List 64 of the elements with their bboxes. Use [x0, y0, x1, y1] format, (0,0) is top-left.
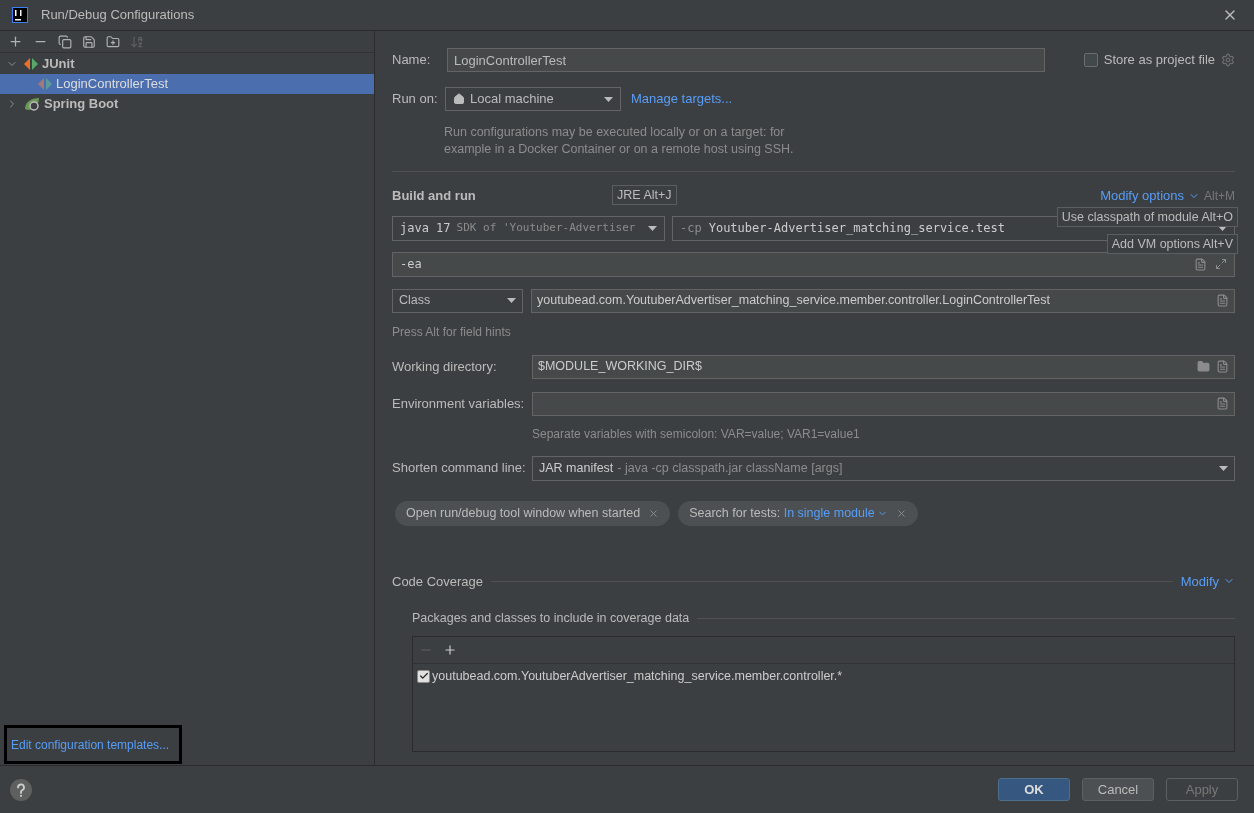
option-chip[interactable]: Search for tests: In single module — [678, 500, 918, 526]
section-title: Build and run — [392, 187, 476, 205]
add-icon[interactable] — [443, 642, 457, 657]
dropdown-arrow-icon[interactable] — [1219, 465, 1228, 471]
leaf-icon — [24, 97, 40, 111]
shortcut-hint: Alt+M — [1204, 187, 1235, 205]
section-title: Code Coverage — [392, 572, 484, 591]
vm-options-field[interactable]: -ea — [392, 251, 1235, 277]
run-on-dropdown[interactable]: Local machine — [445, 87, 621, 111]
close-icon[interactable] — [648, 507, 660, 519]
dropdown-arrow-icon[interactable] — [604, 96, 613, 102]
home-icon — [453, 93, 465, 105]
field-hint: Separate variables with semicolon: VAR=value; VAR1=value1 — [532, 425, 861, 443]
name-field[interactable]: LoginControllerTest — [447, 48, 1045, 72]
shorten-command-line-dropdown[interactable]: JAR manifest - java -cp classpath.jar className [args] — [532, 455, 1235, 481]
modify-options-link[interactable]: Modify options — [1100, 186, 1184, 206]
modify-link[interactable]: Modify — [1180, 571, 1219, 591]
junit-icon — [24, 58, 38, 70]
field-label: Shorten command line: — [392, 459, 527, 478]
document-icon[interactable] — [1216, 360, 1229, 373]
tree-item[interactable]: JUnit — [0, 54, 374, 74]
environment-variables-field[interactable] — [532, 391, 1235, 416]
tree-item[interactable]: Spring Boot — [0, 94, 374, 114]
expand-icon[interactable] — [1215, 258, 1227, 270]
option-chip[interactable]: Open run/debug tool window when started — [395, 500, 671, 526]
document-icon[interactable] — [1216, 397, 1229, 410]
app-logo-icon — [12, 7, 28, 23]
field-label: Environment variables: — [392, 394, 526, 413]
field-label: Run on: — [392, 90, 439, 109]
field-label: Working directory: — [392, 357, 498, 376]
checkbox[interactable] — [1083, 53, 1098, 67]
settings-icon[interactable] — [1221, 53, 1235, 67]
working-directory-field[interactable]: $MODULE_WORKING_DIR$ — [532, 354, 1235, 379]
field-hint: Press Alt for field hints — [392, 323, 512, 341]
test-class-field[interactable]: youtubead.com.YoutuberAdvertiser_matching_service.member.controller.LoginControllerTest — [531, 288, 1235, 313]
manage-targets-link[interactable]: Manage targets... — [631, 89, 733, 109]
field-label: Name: — [392, 51, 432, 70]
sort-icon[interactable] — [130, 34, 144, 49]
checkbox-label: Store as project file — [1103, 51, 1215, 70]
add-icon[interactable] — [8, 34, 23, 49]
tooltip: JRE Alt+J — [612, 184, 677, 206]
close-icon[interactable] — [895, 507, 907, 519]
jre-dropdown[interactable]: java 17 SDK of 'Youtuber-Advertiser — [392, 215, 665, 241]
folder-icon[interactable] — [1197, 360, 1210, 373]
test-kind-dropdown[interactable]: Class — [392, 288, 523, 313]
document-icon[interactable] — [1216, 294, 1229, 307]
dialog-button[interactable]: Cancel — [1082, 778, 1154, 801]
dropdown-arrow-icon[interactable] — [507, 298, 516, 303]
save-icon[interactable] — [82, 34, 96, 49]
document-icon[interactable] — [1194, 257, 1207, 271]
window-title: Run/Debug Configurations — [41, 6, 195, 25]
run-on-description: Run configurations may be executed locally or on a target: for example in a Docker Container or on a remote host using SSH. — [444, 124, 795, 158]
dialog-button[interactable]: OK — [998, 778, 1070, 801]
pattern-label: youtubead.com.YoutuberAdvertiser_matching_service.member.controller.* — [432, 667, 843, 685]
help-icon[interactable] — [10, 778, 32, 801]
new-folder-icon[interactable] — [106, 34, 120, 49]
copy-icon[interactable] — [58, 34, 72, 49]
tree-item[interactable]: LoginControllerTest — [0, 74, 374, 94]
subsection-title: Packages and classes to include in coverage data — [412, 610, 690, 627]
tooltip: Use classpath of module Alt+O — [1056, 206, 1238, 228]
tooltip: Add VM options Alt+V — [1106, 233, 1238, 255]
test-icon — [38, 78, 52, 90]
checkbox[interactable] — [417, 669, 430, 683]
dropdown-arrow-icon[interactable] — [648, 225, 657, 231]
